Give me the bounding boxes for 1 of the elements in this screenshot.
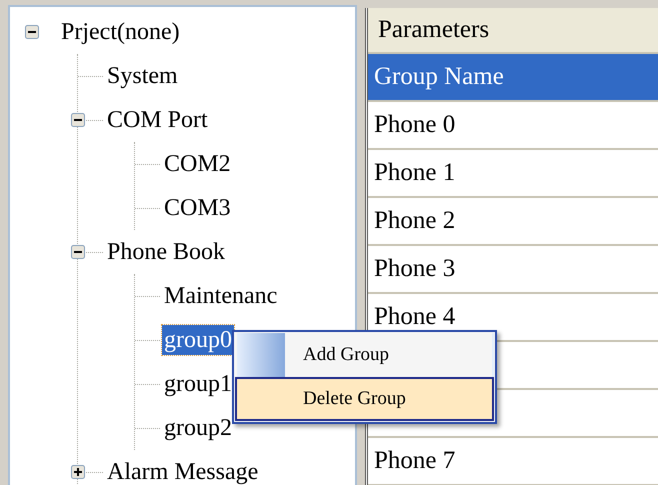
column-header: Parameters	[368, 8, 658, 54]
